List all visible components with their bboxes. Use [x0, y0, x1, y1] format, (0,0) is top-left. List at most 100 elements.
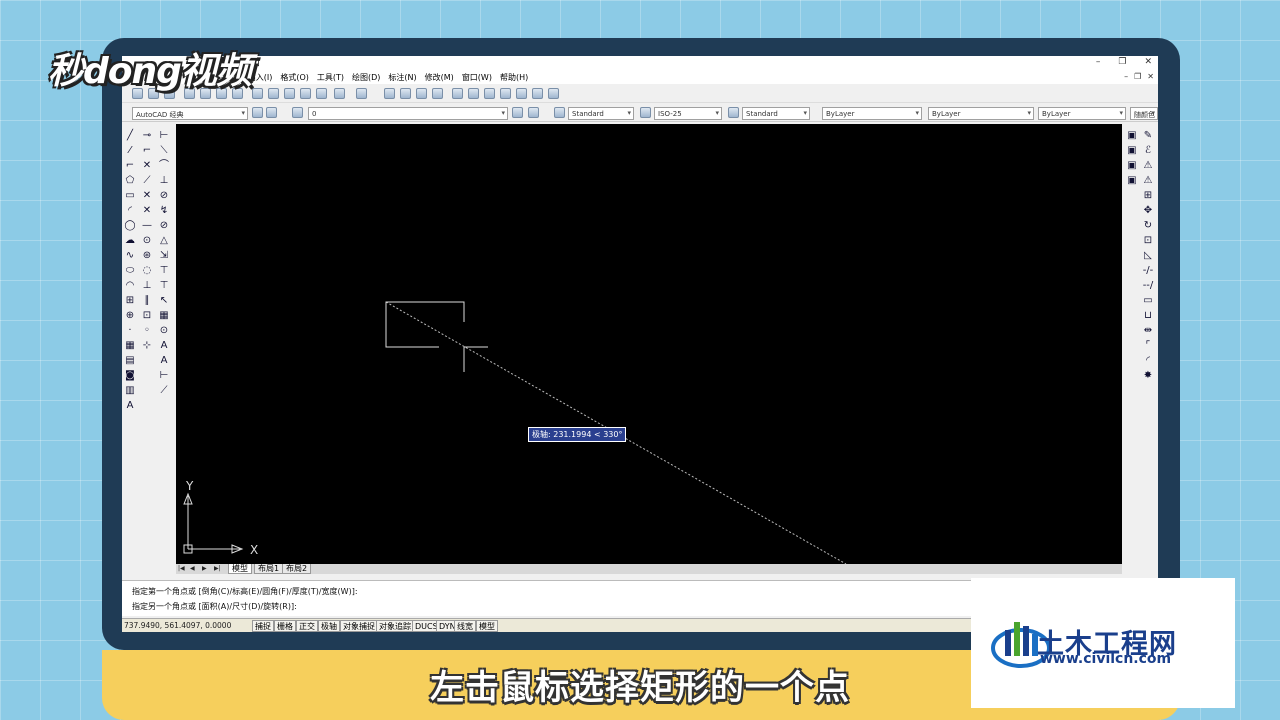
mirror-icon[interactable]: ▣: [1126, 160, 1138, 172]
dim-text-edit-icon[interactable]: A: [158, 355, 170, 367]
mirror-tool-icon[interactable]: ⚠: [1142, 160, 1154, 172]
dim-continue-icon[interactable]: ⊤: [158, 280, 170, 292]
match-properties-icon[interactable]: [300, 88, 311, 99]
array-icon[interactable]: ⊞: [1142, 190, 1154, 202]
make-block-icon[interactable]: ⊕: [124, 310, 136, 322]
region-icon[interactable]: ◙: [124, 370, 136, 382]
workspace-settings-icon[interactable]: [252, 107, 263, 118]
ortho-toggle[interactable]: 正交: [296, 620, 318, 632]
trim-icon[interactable]: -/-: [1142, 265, 1154, 277]
grid-toggle[interactable]: 栅格: [274, 620, 296, 632]
tolerance-icon[interactable]: ▦: [158, 310, 170, 322]
doc-restore-button[interactable]: ❐: [1134, 72, 1141, 81]
snap-none-icon[interactable]: ◦: [141, 325, 153, 337]
polyline-icon[interactable]: ⌐: [124, 160, 136, 172]
redo-icon[interactable]: [356, 88, 367, 99]
model-toggle[interactable]: 模型: [476, 620, 498, 632]
snap-settings-icon[interactable]: ⊹: [141, 340, 153, 352]
snap-intersection-icon[interactable]: ✕: [141, 160, 153, 172]
snap-endpoint-icon[interactable]: ⊸: [141, 130, 153, 142]
center-mark-icon[interactable]: ⊙: [158, 325, 170, 337]
pan-icon[interactable]: [384, 88, 395, 99]
tab-first-button[interactable]: |◀: [178, 565, 185, 572]
zoom-window-icon[interactable]: [416, 88, 427, 99]
dim-baseline-icon[interactable]: ⊤: [158, 265, 170, 277]
copy-icon[interactable]: [268, 88, 279, 99]
dim-style-icon[interactable]: [640, 107, 651, 118]
dim-update-icon[interactable]: ⊢: [158, 370, 170, 382]
block-editor-icon[interactable]: [316, 88, 327, 99]
join-icon[interactable]: ⇹: [1142, 325, 1154, 337]
menu-insert[interactable]: 插入(I): [248, 72, 273, 83]
scale-icon[interactable]: ⊡: [1142, 235, 1154, 247]
snap-center-icon[interactable]: ✕: [141, 205, 153, 217]
erase-icon[interactable]: ▣: [1126, 130, 1138, 142]
rectangle-icon[interactable]: ▭: [124, 190, 136, 202]
color-dropdown[interactable]: ByLayer: [822, 107, 922, 120]
zoom-previous-icon[interactable]: [432, 88, 443, 99]
polar-toggle[interactable]: 极轴: [318, 620, 340, 632]
table-style-dropdown[interactable]: Standard: [742, 107, 810, 120]
eraser-icon[interactable]: ✎: [1142, 130, 1154, 142]
text-style-icon[interactable]: [554, 107, 565, 118]
tab-next-button[interactable]: ▶: [202, 565, 207, 572]
break-at-point-icon[interactable]: ▭: [1142, 295, 1154, 307]
snap-parallel-icon[interactable]: ◌: [141, 265, 153, 277]
tab-model[interactable]: 模型: [228, 564, 252, 574]
revision-cloud-icon[interactable]: ☁: [124, 235, 136, 247]
workspace-dropdown[interactable]: AutoCAD 经典: [132, 107, 248, 120]
quick-leader-icon[interactable]: ↖: [158, 295, 170, 307]
point-icon[interactable]: ·: [124, 325, 136, 337]
construction-line-icon[interactable]: ⁄: [124, 145, 136, 157]
multiline-text-icon[interactable]: A: [124, 400, 136, 412]
plot-style-dropdown[interactable]: 随颜色: [1130, 107, 1158, 120]
layer-manager-icon[interactable]: [292, 107, 303, 118]
copy-object-icon[interactable]: ▣: [1126, 145, 1138, 157]
ellipse-icon[interactable]: ⬭: [124, 265, 136, 277]
snap-toggle[interactable]: 捕捉: [252, 620, 274, 632]
snap-perpendicular-icon[interactable]: ⊛: [141, 250, 153, 262]
properties-icon[interactable]: [452, 88, 463, 99]
spline-icon[interactable]: ∿: [124, 250, 136, 262]
drawing-canvas[interactable]: Y X 极轴: 231.1994 < 330°: [176, 124, 1122, 564]
ellipse-arc-icon[interactable]: ◠: [124, 280, 136, 292]
paste-icon[interactable]: [284, 88, 295, 99]
cut-icon[interactable]: [252, 88, 263, 99]
osnap-toggle[interactable]: 对象捕捉: [340, 620, 378, 632]
copy-icon[interactable]: ℰ: [1142, 145, 1154, 157]
dim-angular-icon[interactable]: △: [158, 235, 170, 247]
minimize-button[interactable]: –: [1096, 57, 1101, 67]
calculator-icon[interactable]: [532, 88, 543, 99]
stretch-icon[interactable]: ◺: [1142, 250, 1154, 262]
command-prompt-line[interactable]: 指定另一个角点或 [面积(A)/尺寸(D)/旋转(R)]:: [132, 601, 297, 612]
dim-radius-icon[interactable]: ⊘: [158, 190, 170, 202]
snap-node-icon[interactable]: ∥: [141, 295, 153, 307]
quick-dim-icon[interactable]: ⇲: [158, 250, 170, 262]
lineweight-toggle[interactable]: 线宽: [454, 620, 476, 632]
table-icon[interactable]: ▥: [124, 385, 136, 397]
explode-icon[interactable]: ✸: [1142, 370, 1154, 382]
menu-modify[interactable]: 修改(M): [425, 72, 454, 83]
offset-tool-icon[interactable]: ⚠: [1142, 175, 1154, 187]
snap-insert-icon[interactable]: ⊥: [141, 280, 153, 292]
rotate-icon[interactable]: ↻: [1142, 220, 1154, 232]
tab-prev-button[interactable]: ◀: [190, 565, 195, 572]
make-layer-current-icon[interactable]: [512, 107, 523, 118]
layer-previous-icon[interactable]: [528, 107, 539, 118]
doc-close-button[interactable]: ✕: [1147, 72, 1154, 81]
break-icon[interactable]: ⊔: [1142, 310, 1154, 322]
markup-icon[interactable]: [516, 88, 527, 99]
dim-jogged-icon[interactable]: ↯: [158, 205, 170, 217]
snap-extension-icon[interactable]: ⟋: [141, 175, 153, 187]
dim-ordinate-icon[interactable]: ⊥: [158, 175, 170, 187]
dim-diameter-icon[interactable]: ⊘: [158, 220, 170, 232]
offset-icon[interactable]: ▣: [1126, 175, 1138, 187]
snap-tangent-icon[interactable]: ⊙: [141, 235, 153, 247]
undo-icon[interactable]: [334, 88, 345, 99]
menu-tools[interactable]: 工具(T): [317, 72, 344, 83]
circle-icon[interactable]: ◯: [124, 220, 136, 232]
dim-style-icon[interactable]: ⟋: [158, 385, 170, 397]
lineweight-dropdown[interactable]: ByLayer: [1038, 107, 1126, 120]
polygon-icon[interactable]: ⬠: [124, 175, 136, 187]
hatch-icon[interactable]: ▦: [124, 340, 136, 352]
